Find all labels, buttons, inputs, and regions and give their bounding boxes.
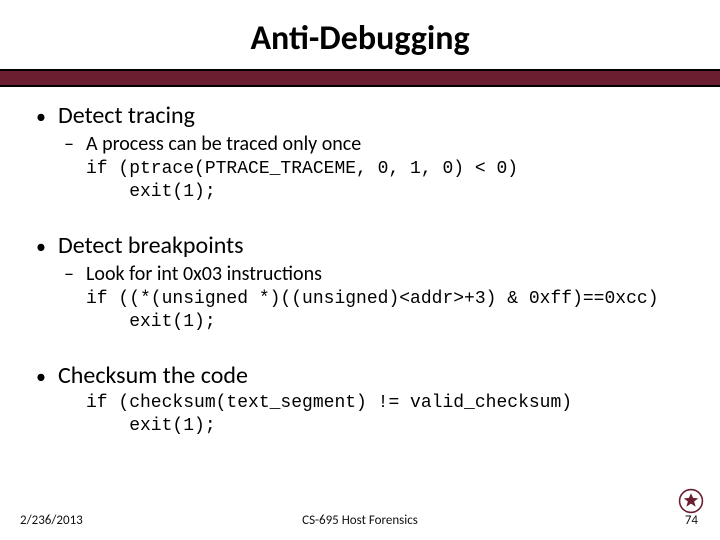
bullet-icon: • — [30, 237, 58, 257]
bullet-2: • Detect breakpoints — [30, 231, 690, 260]
footer-page-number: 74 — [685, 513, 698, 528]
bullet-3-text: Checksum the code — [58, 361, 248, 390]
footer: 2/236/2013 CS-695 Host Forensics 74 — [0, 504, 720, 528]
sub-2: – Look for int 0x03 instructions — [64, 262, 690, 286]
logo-icon — [678, 488, 704, 514]
code-1: if (ptrace(PTRACE_TRACEME, 0, 1, 0) < 0)… — [86, 158, 690, 203]
bullet-1: • Detect tracing — [30, 101, 690, 130]
footer-course: CS-695 Host Forensics — [302, 513, 418, 528]
bullet-2-text: Detect breakpoints — [58, 231, 244, 260]
slide-title: Anti-Debugging — [0, 0, 720, 69]
code-3: if (checksum(text_segment) != valid_chec… — [86, 392, 690, 437]
bullet-icon: • — [30, 367, 58, 387]
sub-1-text: A process can be traced only once — [86, 132, 361, 156]
bullet-icon: • — [30, 107, 58, 127]
dash-icon: – — [64, 262, 86, 286]
bullet-1-text: Detect tracing — [58, 101, 195, 130]
code-2: if ((*(unsigned *)((unsigned)<addr>+3) &… — [86, 288, 690, 333]
dash-icon: – — [64, 132, 86, 156]
footer-date: 2/236/2013 — [20, 513, 83, 528]
content-area: • Detect tracing – A process can be trac… — [0, 87, 720, 437]
sub-2-text: Look for int 0x03 instructions — [86, 262, 322, 286]
bullet-3: • Checksum the code — [30, 361, 690, 390]
divider-bar — [0, 71, 720, 85]
sub-1: – A process can be traced only once — [64, 132, 690, 156]
